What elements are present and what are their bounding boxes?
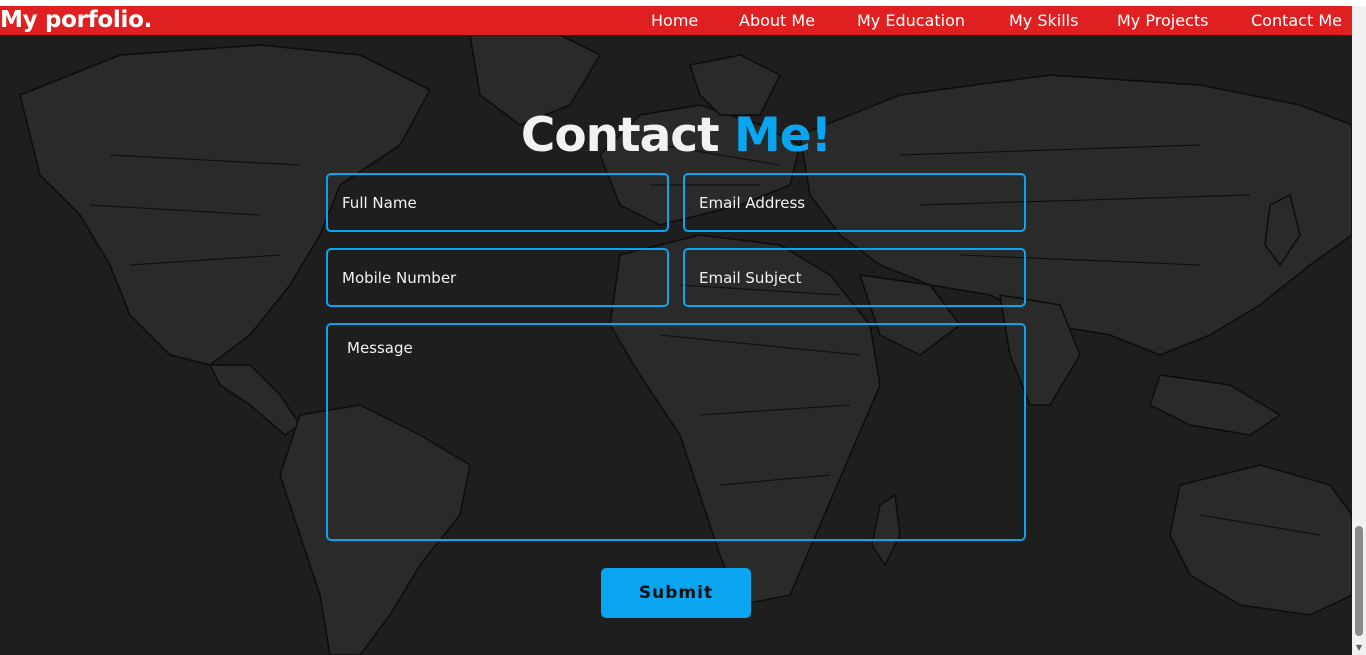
brand-logo[interactable]: My porfolio. <box>0 6 152 35</box>
email-address-input[interactable] <box>683 173 1026 232</box>
title-contact: Contact <box>520 108 720 164</box>
email-subject-input[interactable] <box>683 248 1026 307</box>
mobile-number-input[interactable] <box>326 248 669 307</box>
contact-section: Contact Me! Submit <box>0 35 1352 655</box>
full-name-input[interactable] <box>326 173 669 232</box>
nav-about-link[interactable]: About Me <box>739 6 815 35</box>
nav-education-link[interactable]: My Education <box>857 6 965 35</box>
nav-home-link[interactable]: Home <box>651 6 698 35</box>
scrollbar-thumb[interactable] <box>1355 526 1363 636</box>
title-me: Me! <box>734 108 832 164</box>
nav-projects-link[interactable]: My Projects <box>1117 6 1208 35</box>
nav-contact-link[interactable]: Contact Me <box>1251 6 1342 35</box>
submit-button[interactable]: Submit <box>601 568 751 618</box>
message-textarea[interactable] <box>326 323 1026 541</box>
page-title: Contact Me! <box>0 108 1352 164</box>
navbar: My porfolio. Home About Me My Education … <box>0 6 1352 35</box>
scroll-down-arrow-icon[interactable]: ▼ <box>1352 641 1366 655</box>
page-scrollbar[interactable]: ▼ <box>1352 6 1366 655</box>
nav-skills-link[interactable]: My Skills <box>1009 6 1078 35</box>
